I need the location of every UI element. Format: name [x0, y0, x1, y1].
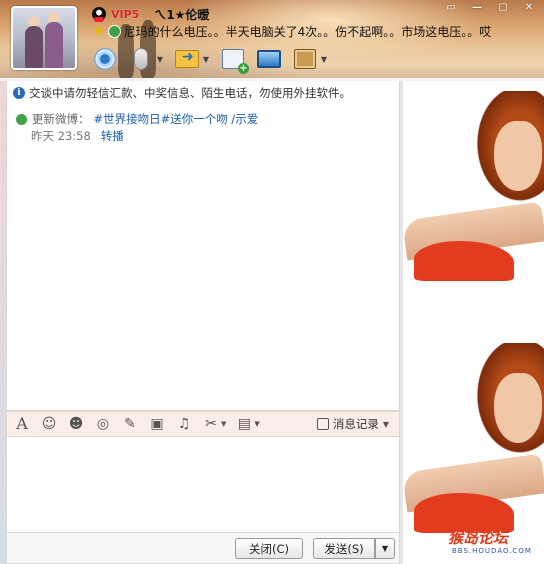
- weibo-icon: [15, 113, 28, 126]
- window-controls: ▭ — ▢ ✕: [440, 0, 540, 15]
- message-history-area[interactable]: i 交谈中请勿轻信汇款、中奖信息、陌生电话，勿使用外挂软件。 更新微博： #世界…: [6, 81, 400, 411]
- contact-nickname[interactable]: ㄟ1★伦暧: [154, 6, 209, 23]
- doodle-button[interactable]: ✎: [121, 415, 139, 433]
- contact-show-panel: 猴岛论坛 BBS.HOUDAO.COM: [403, 81, 544, 564]
- vip-badge[interactable]: VIP5: [111, 8, 139, 21]
- skin-button[interactable]: ▭: [440, 0, 462, 15]
- info-icon: i: [13, 87, 25, 99]
- chat-window-header: VIP5 ㄟ1★伦暧 ★ 尼玛的什么电压。。半天电脑关了4次。。伤不起啊。。市场…: [0, 0, 544, 78]
- contact-show-image: [404, 91, 544, 306]
- app-box-dropdown[interactable]: ▼: [320, 45, 328, 73]
- send-file-button[interactable]: [172, 45, 202, 73]
- avatar-figure: [25, 26, 43, 68]
- maximize-button[interactable]: ▢: [492, 0, 514, 15]
- minimize-icon: —: [472, 2, 482, 13]
- contact-signature: 尼玛的什么电压。。半天电脑关了4次。。伤不起啊。。市场这电压。。哎: [123, 24, 492, 39]
- history-icon: [316, 418, 329, 430]
- photo-face: [494, 121, 542, 191]
- chevron-down-icon: ▼: [382, 419, 389, 429]
- remote-assist-icon: [257, 50, 281, 68]
- input-toolbar: A ☺ ☻ ◎ ✎ ▣ ♫ ✂ ▼ ▤ ▼ 消息记录 ▼: [6, 411, 400, 437]
- security-notice-text: 交谈中请勿轻信汇款、中奖信息、陌生电话，勿使用外挂软件。: [29, 86, 351, 100]
- skin-icon: ▭: [446, 2, 456, 13]
- screenshot-button[interactable]: ✂: [202, 415, 220, 433]
- emoji-icon: ☺: [41, 416, 57, 432]
- more-button[interactable]: ▤: [235, 415, 253, 433]
- font-button[interactable]: A: [13, 415, 31, 433]
- maximize-icon: ▢: [498, 2, 508, 13]
- app-box-icon: [294, 49, 316, 69]
- screenshot-icon: ✂: [205, 416, 217, 432]
- shake-button[interactable]: ◎: [94, 415, 112, 433]
- bottom-action-bar: 关闭(C) 发送(S) ▼: [6, 533, 400, 564]
- voice-call-dropdown[interactable]: ▼: [156, 45, 164, 73]
- video-call-icon: [94, 48, 116, 70]
- app-box-button[interactable]: [290, 45, 320, 73]
- photo-suit: [414, 241, 514, 281]
- weibo-timestamp: 昨天 23:58: [31, 129, 91, 143]
- star-icon[interactable]: ★: [92, 24, 105, 38]
- contact-avatar[interactable]: [11, 6, 77, 70]
- video-call-button[interactable]: [90, 45, 120, 73]
- security-notice: i 交谈中请勿轻信汇款、中奖信息、陌生电话，勿使用外挂软件。: [13, 83, 351, 103]
- contact-name-row: VIP5 ㄟ1★伦暧: [92, 6, 209, 22]
- doodle-icon: ✎: [124, 416, 136, 432]
- send-button[interactable]: 发送(S): [313, 538, 375, 559]
- send-file-icon: [175, 49, 199, 68]
- create-group-chat-button[interactable]: [218, 45, 249, 74]
- chat-toolbar: ▼ ▼ ▼: [90, 44, 336, 74]
- screenshot-dropdown[interactable]: ▼: [221, 420, 226, 428]
- image-button[interactable]: ▣: [148, 415, 166, 433]
- emoji-button[interactable]: ☺: [40, 415, 58, 433]
- weibo-topic-link[interactable]: #世界接吻日#送你一个吻 /示爱: [94, 111, 259, 128]
- weibo-update: 更新微博： #世界接吻日#送你一个吻 /示爱 昨天 23:58 转播: [15, 111, 258, 145]
- voice-call-icon: [134, 48, 148, 70]
- create-group-chat-icon: [222, 49, 249, 74]
- voice-call-button[interactable]: [126, 45, 156, 73]
- avatar-figure: [45, 22, 63, 68]
- shake-icon: ◎: [96, 416, 110, 432]
- forward-link[interactable]: 转播: [101, 128, 124, 145]
- qq-penguin-icon: [92, 7, 106, 22]
- message-history-button[interactable]: 消息记录 ▼: [316, 415, 389, 433]
- more-icon: ▤: [237, 416, 251, 432]
- minimize-button[interactable]: —: [466, 0, 488, 15]
- forum-watermark: 猴岛论坛: [448, 529, 509, 547]
- close-icon: ✕: [524, 2, 534, 13]
- magic-face-icon: ☻: [68, 416, 84, 432]
- music-icon: ♫: [177, 416, 191, 432]
- photo-face: [494, 373, 542, 443]
- send-file-dropdown[interactable]: ▼: [202, 45, 210, 73]
- message-history-label: 消息记录: [332, 417, 379, 431]
- weibo-update-label: 更新微博：: [32, 112, 90, 126]
- close-window-button[interactable]: ✕: [518, 0, 540, 15]
- forum-watermark-url: BBS.HOUDAO.COM: [452, 547, 532, 555]
- font-icon: A: [16, 414, 28, 433]
- music-button[interactable]: ♫: [175, 415, 193, 433]
- more-dropdown[interactable]: ▼: [254, 420, 259, 428]
- weibo-icon[interactable]: [107, 24, 121, 38]
- image-icon: ▣: [150, 416, 164, 432]
- signature-row: ★ 尼玛的什么电压。。半天电脑关了4次。。伤不起啊。。市场这电压。。哎: [92, 22, 491, 40]
- close-button[interactable]: 关闭(C): [235, 538, 303, 559]
- remote-assist-button[interactable]: [254, 45, 284, 73]
- magic-face-button[interactable]: ☻: [67, 415, 85, 433]
- message-input[interactable]: [6, 437, 400, 533]
- send-options-button[interactable]: ▼: [375, 538, 395, 559]
